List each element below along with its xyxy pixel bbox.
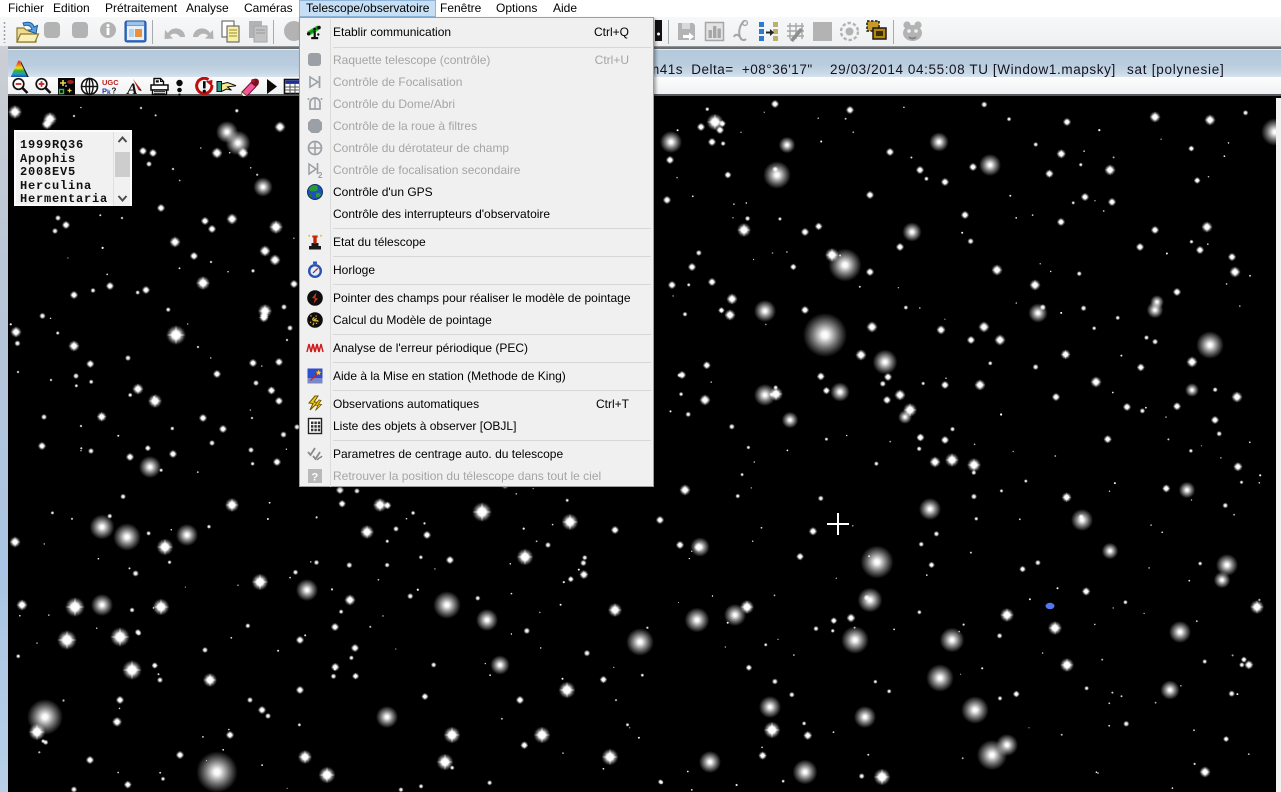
svg-text:?: ? xyxy=(112,87,117,96)
svg-text:?: ? xyxy=(312,471,319,483)
svg-text:Pk: Pk xyxy=(102,87,111,97)
svg-text:2: 2 xyxy=(318,171,323,179)
